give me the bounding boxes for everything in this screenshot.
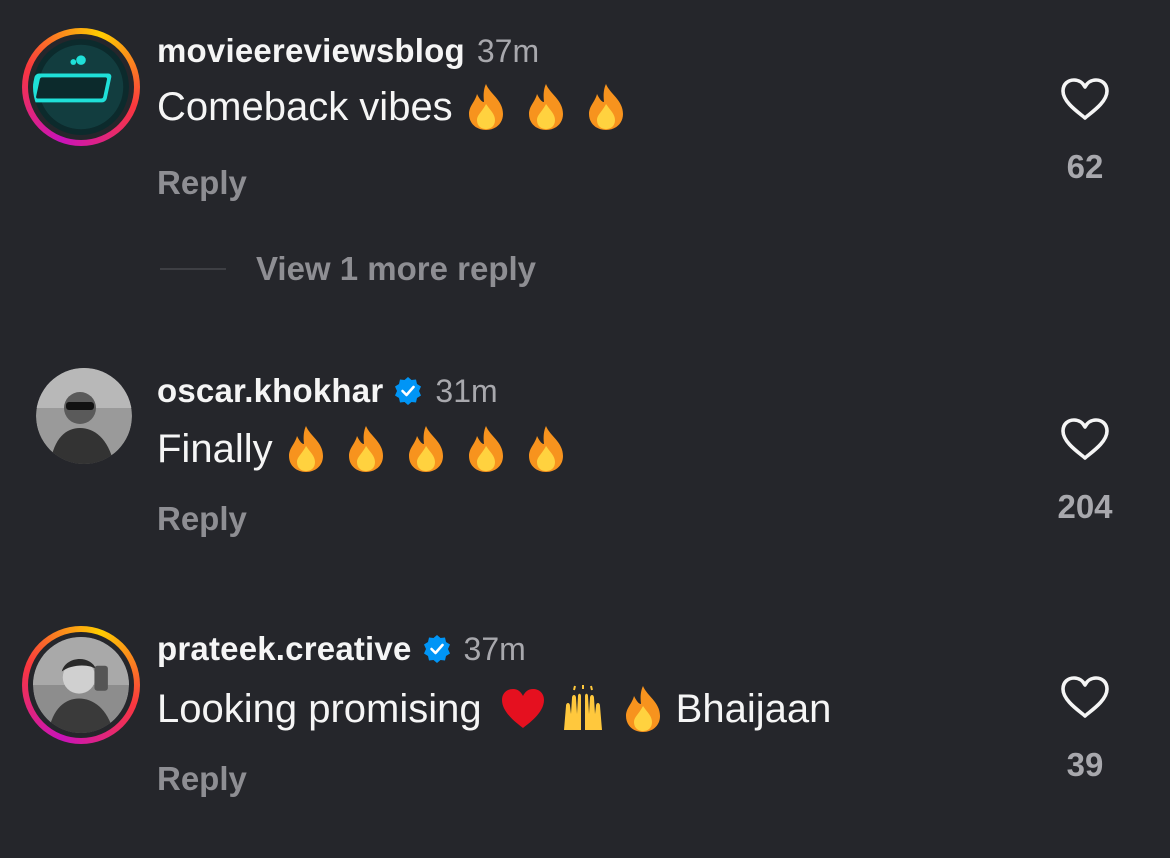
username[interactable]: oscar.khokhar (157, 372, 383, 410)
like-count: 39 (1066, 746, 1104, 783)
username[interactable]: prateek.creative (157, 630, 412, 668)
heart-icon[interactable] (1059, 416, 1111, 462)
like-count: 204 (1057, 488, 1113, 525)
comment-header: oscar.khokhar 31m (157, 372, 498, 410)
verified-badge-icon (395, 377, 422, 405)
view-more-replies[interactable]: View 1 more reply (160, 250, 536, 288)
avatar-prateek-creative[interactable] (22, 626, 140, 744)
comment-text: Finally (157, 424, 569, 474)
comment-body-suffix: Bhaijaan (675, 686, 832, 731)
fire-emoji-icon (468, 84, 503, 130)
comment-body: Finally (157, 426, 273, 471)
comment-header: prateek.creative 37m (157, 630, 526, 668)
fire-emoji-icon (588, 84, 623, 130)
username[interactable]: movieereviewsblog (157, 32, 465, 70)
heart-icon[interactable] (1059, 76, 1111, 122)
reply-button[interactable]: Reply (157, 760, 247, 798)
avatar-oscar-khokhar[interactable] (36, 368, 132, 464)
comment-body: Comeback vibes (157, 84, 453, 129)
timestamp: 31m (435, 372, 498, 409)
timestamp: 37m (476, 32, 540, 69)
heart-icon[interactable] (1059, 674, 1111, 720)
red-heart-emoji-icon (501, 689, 544, 728)
reply-button[interactable]: Reply (157, 164, 247, 202)
fire-emoji-icon (528, 84, 563, 130)
raising-hands-emoji-icon (563, 685, 602, 730)
avatar-movieereviewsblog[interactable] (22, 28, 140, 146)
comment-text: Looking promising Bhaijaan (157, 684, 831, 734)
profile-photo (36, 368, 132, 464)
timestamp: 37m (463, 630, 526, 667)
fire-emoji-icon (625, 686, 660, 732)
like-control: 62 (1025, 76, 1145, 186)
like-control: 204 (1025, 416, 1145, 526)
comment-text: Comeback vibes (157, 82, 629, 132)
like-control: 39 (1025, 674, 1145, 784)
fire-emoji-icon (288, 426, 323, 472)
reply-thread-line (160, 268, 226, 270)
comment-header: movieereviewsblog 37m (157, 32, 539, 70)
profile-photo (33, 637, 129, 733)
movie-reviews-blog-logo (33, 39, 129, 135)
fire-emoji-icon (348, 426, 383, 472)
fire-emoji-icon (528, 426, 563, 472)
comment-body: Looking promising (157, 686, 482, 731)
fire-emoji-icon (408, 426, 443, 472)
reply-button[interactable]: Reply (157, 500, 247, 538)
fire-emoji-icon (468, 426, 503, 472)
verified-badge-icon (423, 635, 450, 663)
like-count: 62 (1066, 148, 1104, 185)
view-more-replies-label: View 1 more reply (256, 250, 537, 287)
